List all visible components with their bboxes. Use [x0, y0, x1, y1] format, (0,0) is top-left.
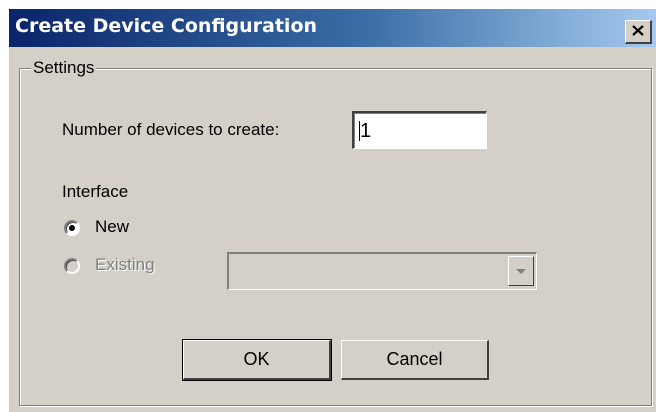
radio-existing[interactable]: [64, 258, 80, 274]
interface-label: Interface: [62, 182, 129, 201]
radio-new-label[interactable]: New: [95, 217, 129, 237]
device-count-value: 1: [360, 120, 372, 142]
existing-interface-select[interactable]: [227, 252, 537, 290]
close-button[interactable]: [625, 20, 652, 44]
settings-group-label: Settings: [31, 58, 97, 78]
combo-dropdown-button[interactable]: [508, 256, 534, 286]
device-count-label: Number of devices to create:: [62, 120, 280, 139]
settings-groupbox: [19, 68, 652, 406]
device-count-input[interactable]: 1: [352, 111, 487, 149]
radio-new[interactable]: [64, 220, 80, 236]
radio-existing-label[interactable]: Existing: [95, 255, 155, 275]
title-bar[interactable]: Create Device Configuration: [9, 9, 656, 47]
chevron-down-icon: [516, 262, 526, 280]
ok-button[interactable]: OK: [182, 339, 332, 381]
radio-selected-dot: [69, 225, 75, 231]
create-device-configuration-dialog: Create Device Configuration Settings Num…: [8, 8, 656, 412]
cancel-button[interactable]: Cancel: [341, 340, 489, 380]
close-icon: [632, 23, 644, 41]
dialog-title: Create Device Configuration: [15, 15, 318, 37]
